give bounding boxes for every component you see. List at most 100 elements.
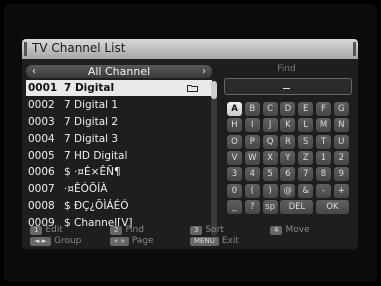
key-X[interactable]: X [262,150,278,165]
channel-row[interactable]: 0007 ·¤ÊÓÕÍÀ [26,181,212,197]
channel-row[interactable]: 0001 7 Digital [26,80,212,96]
window-title: TV Channel List [32,41,126,55]
help-item-find: 2 Find [110,225,144,236]
key-6[interactable]: 6 [280,167,296,182]
key-L[interactable]: L [298,118,314,133]
group-selector[interactable]: ‹ All Channel › [26,65,212,78]
folder-icon [187,85,198,92]
key-U[interactable]: U [333,134,349,149]
key-Y[interactable]: Y [280,150,296,165]
channel-list: 0001 7 Digital 0002 7 Digital 1 0003 7 Digita… [26,80,212,231]
channel-scrollbar[interactable] [211,81,217,236]
remote-key-icon: 1 [30,226,43,235]
key-2[interactable]: 2 [333,150,349,165]
title-bar: TV Channel List [22,39,358,59]
channel-row[interactable]: 0004 7 Digital 3 [26,131,212,147]
title-bar-accent [24,42,27,56]
key-W[interactable]: W [244,150,260,165]
key-C[interactable]: C [262,102,278,116]
channel-number: 0002 [28,98,55,111]
key-7[interactable]: 7 [298,167,314,182]
help-item-sort: 3 Sort [190,225,224,236]
key-A[interactable]: A [227,102,242,116]
key-_[interactable]: _ [227,199,242,214]
help-label: Edit [45,225,63,235]
channel-name: 7 HD Digital [64,149,128,162]
key-Z[interactable]: Z [298,150,314,165]
channel-number: 0001 [28,82,58,94]
channel-list-window: TV Channel List ‹ All Channel › 0001 7 Di… [22,39,358,249]
key-N[interactable]: N [333,118,349,133]
remote-key-icon: ◄ ► [30,237,51,246]
channel-number: 0007 [28,183,55,196]
key-3[interactable]: 3 [227,167,242,182]
channel-row[interactable]: 0003 7 Digital 2 [26,114,212,130]
help-bar: 1 Edit 2 Find 3 Sort 4 Move ◄ ► Group « » Page MENU E… [22,223,358,249]
channel-name: $ ·¤É×ÊÑ¶ [64,166,121,179]
channel-row[interactable]: 0008 $ ÐÇ¿ÕÌÁÉÓ [26,198,212,214]
key-ok[interactable]: OK [316,199,349,214]
scrollbar-thumb[interactable] [211,81,217,99]
key-F[interactable]: F [316,102,331,116]
remote-key-icon: 3 [190,226,203,235]
help-item-edit: 1 Edit [30,225,63,236]
find-input[interactable] [224,78,352,95]
key-D[interactable]: D [280,102,296,116]
key-S[interactable]: S [298,134,314,149]
help-label: Group [54,236,82,246]
key-Q[interactable]: Q [262,134,278,149]
key-I[interactable]: I [244,118,260,133]
remote-key-icon: 4 [270,226,283,235]
help-label: Exit [221,236,239,246]
key-J[interactable]: J [262,118,278,133]
key-E[interactable]: E [298,102,314,116]
key--[interactable]: - [316,183,331,198]
channel-row[interactable]: 0005 7 HD Digital [26,148,212,164]
chevron-right-icon[interactable]: › [198,65,210,78]
key-V[interactable]: V [227,150,242,165]
title-bar-accent [353,42,356,56]
key-)[interactable]: ) [262,183,278,198]
remote-key-icon: « » [110,237,129,246]
key-P[interactable]: P [244,134,260,149]
key-B[interactable]: B [244,102,260,116]
key-R[interactable]: R [280,134,296,149]
key-G[interactable]: G [333,102,349,116]
key-0[interactable]: 0 [227,183,242,198]
key-1[interactable]: 1 [316,150,331,165]
find-panel: Find ABCDEFG HIJKLMN OPQRSTU VWXYZ12 3456789… [219,61,354,221]
key-?[interactable]: ? [244,199,260,214]
key-5[interactable]: 5 [262,167,278,182]
channel-number: 0006 [28,166,55,179]
key-O[interactable]: O [227,134,242,149]
key-9[interactable]: 9 [333,167,349,182]
help-item-move: 4 Move [270,225,310,236]
help-item-group: ◄ ► Group [30,236,81,247]
key-4[interactable]: 4 [244,167,260,182]
key-K[interactable]: K [280,118,296,133]
channel-name: 7 Digital 1 [64,98,119,111]
key-@[interactable]: @ [280,183,296,198]
group-title: All Channel [87,65,151,78]
key-del[interactable]: DEL [280,199,314,214]
channel-name: ·¤ÊÓÕÍÀ [64,183,108,196]
key-H[interactable]: H [227,118,242,133]
channel-row[interactable]: 0002 7 Digital 1 [26,97,212,113]
key-+[interactable]: + [333,183,349,198]
key-sp[interactable]: sp [262,199,278,214]
key-T[interactable]: T [316,134,331,149]
channel-name: 7 Digital 3 [64,132,119,145]
help-label: Page [131,236,154,246]
channel-row[interactable]: 0006 $ ·¤É×ÊÑ¶ [26,164,212,180]
channel-panel: ‹ All Channel › 0001 7 Digital 0002 7 Digit… [26,61,232,236]
key-M[interactable]: M [316,118,331,133]
channel-name: $ ÐÇ¿ÕÌÁÉÓ [64,200,129,213]
channel-number: 0003 [28,115,55,128]
key-([interactable]: ( [244,183,260,198]
text-cursor [283,88,290,89]
channel-number: 0008 [28,200,55,213]
key-&[interactable]: & [298,183,314,198]
channel-name: 7 Digital 2 [64,115,119,128]
help-item-page: « » Page [110,236,154,247]
key-8[interactable]: 8 [316,167,331,182]
